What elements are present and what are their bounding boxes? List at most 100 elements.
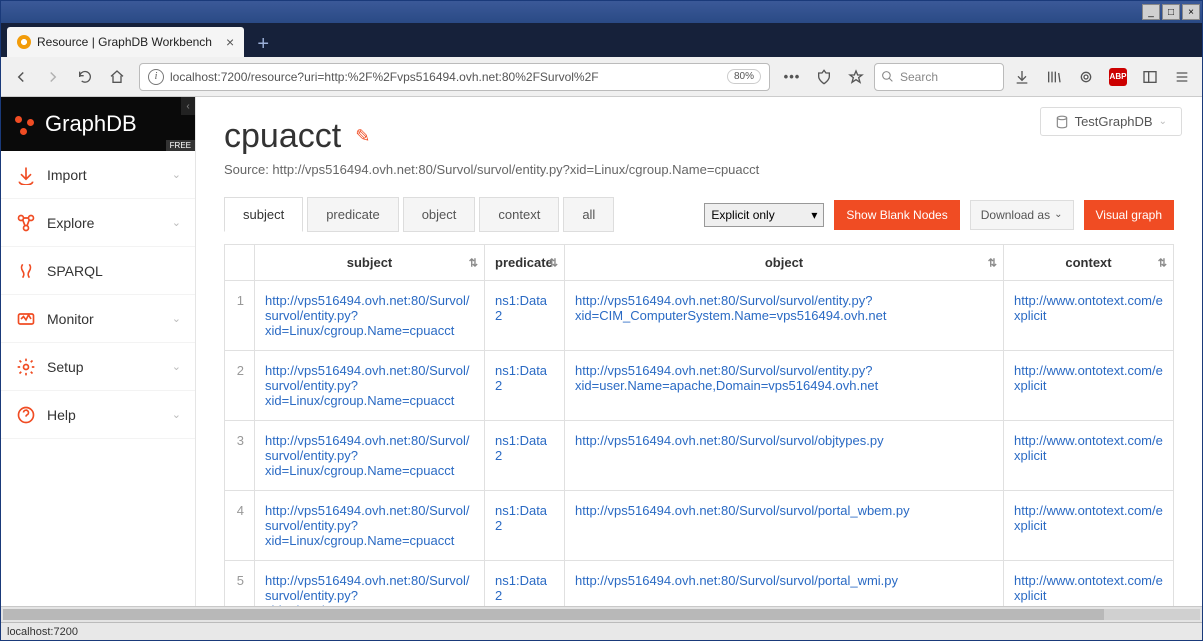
th-index: [225, 245, 255, 281]
subject-link[interactable]: http://vps516494.ovh.net:80/Survol/survo…: [265, 433, 470, 478]
home-button[interactable]: [103, 63, 131, 91]
dropdown-icon: ▾: [811, 208, 817, 222]
th-context[interactable]: context⇅: [1004, 245, 1174, 281]
tab-title: Resource | GraphDB Workbench: [37, 35, 212, 49]
tab-subject[interactable]: subject: [224, 197, 303, 232]
th-predicate[interactable]: predicate⇅: [485, 245, 565, 281]
object-link[interactable]: http://vps516494.ovh.net:80/Survol/survo…: [575, 363, 878, 393]
row-index: 1: [225, 281, 255, 351]
page-actions-icon[interactable]: •••: [778, 63, 806, 91]
cell-context: http://www.ontotext.com/explicit: [1004, 351, 1174, 421]
gear-icon: [15, 356, 37, 378]
cell-predicate: ns1:Data2: [485, 281, 565, 351]
context-link[interactable]: http://www.ontotext.com/explicit: [1014, 573, 1163, 603]
browser-tab[interactable]: Resource | GraphDB Workbench ×: [7, 27, 244, 57]
repository-selector[interactable]: TestGraphDB ⌄: [1040, 107, 1182, 136]
subject-link[interactable]: http://vps516494.ovh.net:80/Survol/survo…: [265, 363, 470, 408]
show-blank-nodes-button[interactable]: Show Blank Nodes: [834, 200, 959, 230]
context-link[interactable]: http://www.ontotext.com/explicit: [1014, 293, 1163, 323]
reload-button[interactable]: [71, 63, 99, 91]
sidebar-item-setup[interactable]: Setup ⌄: [1, 343, 195, 391]
object-link[interactable]: http://vps516494.ovh.net:80/Survol/survo…: [575, 293, 886, 323]
results-table-wrap: subject⇅ predicate⇅ object⇅ context⇅ 1ht…: [196, 244, 1202, 606]
visual-graph-button[interactable]: Visual graph: [1084, 200, 1175, 230]
sidebar-icon[interactable]: [1136, 63, 1164, 91]
subject-link[interactable]: http://vps516494.ovh.net:80/Survol/survo…: [265, 573, 470, 606]
logo-icon: [13, 111, 39, 137]
minimize-button[interactable]: _: [1142, 4, 1160, 20]
sidebar-item-sparql[interactable]: SPARQL: [1, 247, 195, 295]
context-link[interactable]: http://www.ontotext.com/explicit: [1014, 433, 1163, 463]
predicate-link[interactable]: ns1:Data2: [495, 363, 547, 393]
context-link[interactable]: http://www.ontotext.com/explicit: [1014, 503, 1163, 533]
subject-link[interactable]: http://vps516494.ovh.net:80/Survol/survo…: [265, 293, 470, 338]
downloads-icon[interactable]: [1008, 63, 1036, 91]
sidebar-item-help[interactable]: Help ⌄: [1, 391, 195, 439]
sort-icon: ⇅: [988, 256, 997, 269]
sort-icon: ⇅: [469, 256, 478, 269]
explicit-select[interactable]: Explicit only ▾: [704, 203, 824, 227]
cell-subject: http://vps516494.ovh.net:80/Survol/survo…: [255, 421, 485, 491]
sidebar-item-label: Import: [47, 167, 87, 183]
new-tab-button[interactable]: +: [250, 31, 276, 57]
results-table: subject⇅ predicate⇅ object⇅ context⇅ 1ht…: [224, 244, 1174, 606]
horizontal-scrollbar[interactable]: [1, 606, 1202, 622]
library-icon[interactable]: [1040, 63, 1068, 91]
sidebar-item-label: SPARQL: [47, 263, 103, 279]
object-link[interactable]: http://vps516494.ovh.net:80/Survol/survo…: [575, 573, 898, 588]
site-info-icon[interactable]: i: [148, 69, 164, 85]
sort-icon: ⇅: [549, 256, 558, 269]
brand-logo[interactable]: GraphDB FREE ‹: [1, 97, 195, 151]
close-window-button[interactable]: ×: [1182, 4, 1200, 20]
search-placeholder: Search: [900, 70, 938, 84]
browser-window: _ □ × Resource | GraphDB Workbench × + i…: [0, 0, 1203, 641]
subject-link[interactable]: http://vps516494.ovh.net:80/Survol/survo…: [265, 503, 470, 548]
tab-all[interactable]: all: [563, 197, 614, 232]
sidebar-item-label: Monitor: [47, 311, 94, 327]
cell-subject: http://vps516494.ovh.net:80/Survol/survo…: [255, 281, 485, 351]
edit-icon[interactable]: ✎: [355, 126, 370, 147]
help-icon: [15, 404, 37, 426]
cell-object: http://vps516494.ovh.net:80/Survol/survo…: [565, 491, 1004, 561]
adblock-icon[interactable]: ABP: [1104, 63, 1132, 91]
maximize-button[interactable]: □: [1162, 4, 1180, 20]
context-link[interactable]: http://www.ontotext.com/explicit: [1014, 363, 1163, 393]
back-button[interactable]: [7, 63, 35, 91]
tab-close-icon[interactable]: ×: [226, 34, 234, 50]
monitor-icon: [15, 308, 37, 330]
tab-context[interactable]: context: [479, 197, 559, 232]
zoom-level[interactable]: 80%: [727, 69, 761, 84]
menu-icon[interactable]: [1168, 63, 1196, 91]
predicate-link[interactable]: ns1:Data2: [495, 573, 547, 603]
role-tabs: subject predicate object context all: [224, 197, 618, 232]
resource-name: cpuacct: [224, 117, 341, 156]
predicate-link[interactable]: ns1:Data2: [495, 293, 547, 323]
cell-subject: http://vps516494.ovh.net:80/Survol/survo…: [255, 351, 485, 421]
url-bar[interactable]: i localhost:7200/resource?uri=http:%2F%2…: [139, 63, 770, 91]
bookmark-star-icon[interactable]: [842, 63, 870, 91]
app-body: GraphDB FREE ‹ Import ⌄ Explore ⌄ SPARQL…: [1, 97, 1202, 606]
chevron-down-icon: ⌄: [172, 168, 181, 181]
table-row: 1http://vps516494.ovh.net:80/Survol/surv…: [225, 281, 1174, 351]
status-text: localhost:7200: [7, 626, 78, 638]
sidebar-item-monitor[interactable]: Monitor ⌄: [1, 295, 195, 343]
th-object[interactable]: object⇅: [565, 245, 1004, 281]
th-subject[interactable]: subject⇅: [255, 245, 485, 281]
explicit-select-label: Explicit only: [711, 208, 774, 222]
search-bar[interactable]: Search: [874, 63, 1004, 91]
collapse-sidebar-icon[interactable]: ‹: [181, 97, 195, 115]
object-link[interactable]: http://vps516494.ovh.net:80/Survol/survo…: [575, 433, 884, 448]
extension-icon[interactable]: [1072, 63, 1100, 91]
pocket-icon[interactable]: [810, 63, 838, 91]
tab-predicate[interactable]: predicate: [307, 197, 398, 232]
sidebar-item-import[interactable]: Import ⌄: [1, 151, 195, 199]
download-as-button[interactable]: Download as ⌄: [970, 200, 1074, 230]
object-link[interactable]: http://vps516494.ovh.net:80/Survol/survo…: [575, 503, 910, 518]
predicate-link[interactable]: ns1:Data2: [495, 433, 547, 463]
forward-button[interactable]: [39, 63, 67, 91]
tab-object[interactable]: object: [403, 197, 476, 232]
cell-predicate: ns1:Data2: [485, 561, 565, 607]
predicate-link[interactable]: ns1:Data2: [495, 503, 547, 533]
window-titlebar: _ □ ×: [1, 1, 1202, 23]
sidebar-item-explore[interactable]: Explore ⌄: [1, 199, 195, 247]
